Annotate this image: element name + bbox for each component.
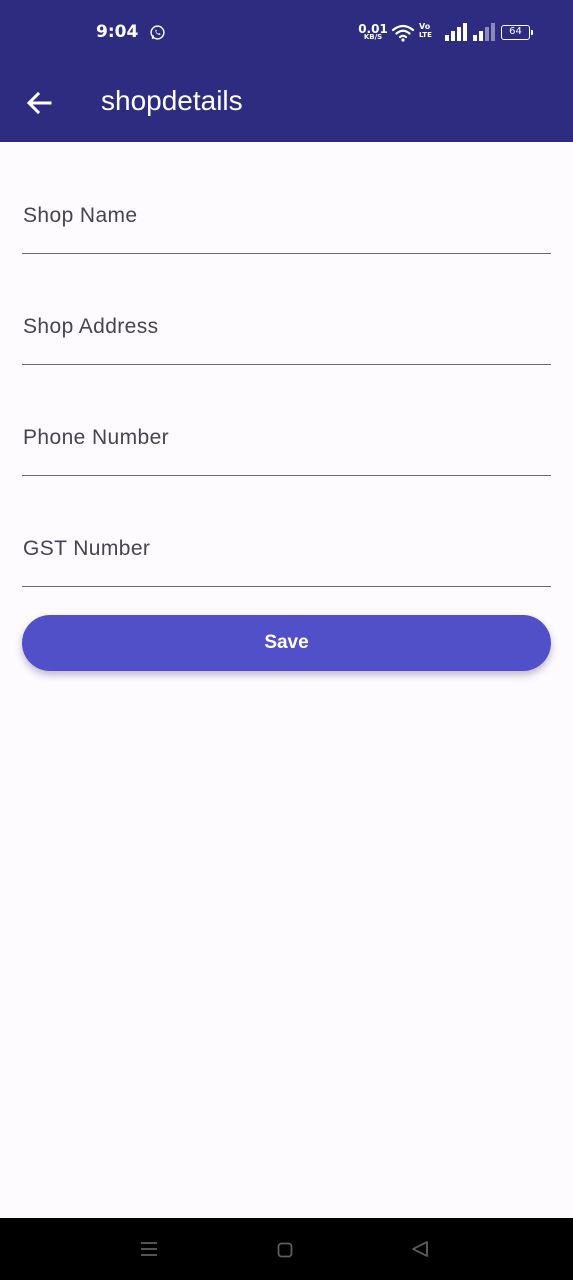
menu-icon[interactable] <box>139 1241 159 1257</box>
signal-strength-icon <box>445 23 467 41</box>
whatsapp-icon <box>150 25 165 40</box>
back-button[interactable] <box>22 86 56 120</box>
battery-icon: 64 <box>501 25 533 40</box>
arrow-back-icon <box>26 91 52 115</box>
home-icon[interactable] <box>277 1242 293 1258</box>
network-speed: 0.01 KB/S <box>358 23 388 43</box>
volte-indicator: Vo LTE <box>419 23 439 43</box>
shop-address-field[interactable]: Shop Address <box>22 295 551 365</box>
status-bar: 9:04 0.01 KB/S Vo LTE 64 <box>0 0 573 64</box>
app-bar: shopdetails <box>0 64 573 142</box>
save-button[interactable]: Save <box>22 615 551 671</box>
phone-number-field[interactable]: Phone Number <box>22 406 551 476</box>
shop-name-input[interactable] <box>22 184 551 253</box>
navigation-bar <box>0 1218 573 1280</box>
gst-number-field[interactable]: GST Number <box>22 517 551 587</box>
header: 9:04 0.01 KB/S Vo LTE 64 shopdetails <box>0 0 573 142</box>
volte-top: Vo <box>419 22 431 31</box>
signal-strength-icon-2 <box>473 23 495 41</box>
phone-number-input[interactable] <box>22 406 551 475</box>
volte-bottom: LTE <box>419 31 432 39</box>
gst-number-input[interactable] <box>22 517 551 586</box>
wifi-icon <box>391 24 415 42</box>
page-title: shopdetails <box>101 85 243 116</box>
shop-address-input[interactable] <box>22 295 551 364</box>
back-triangle-icon[interactable] <box>410 1240 430 1258</box>
battery-level: 64 <box>509 26 522 37</box>
shop-name-field[interactable]: Shop Name <box>22 184 551 254</box>
status-time: 9:04 <box>96 22 139 42</box>
